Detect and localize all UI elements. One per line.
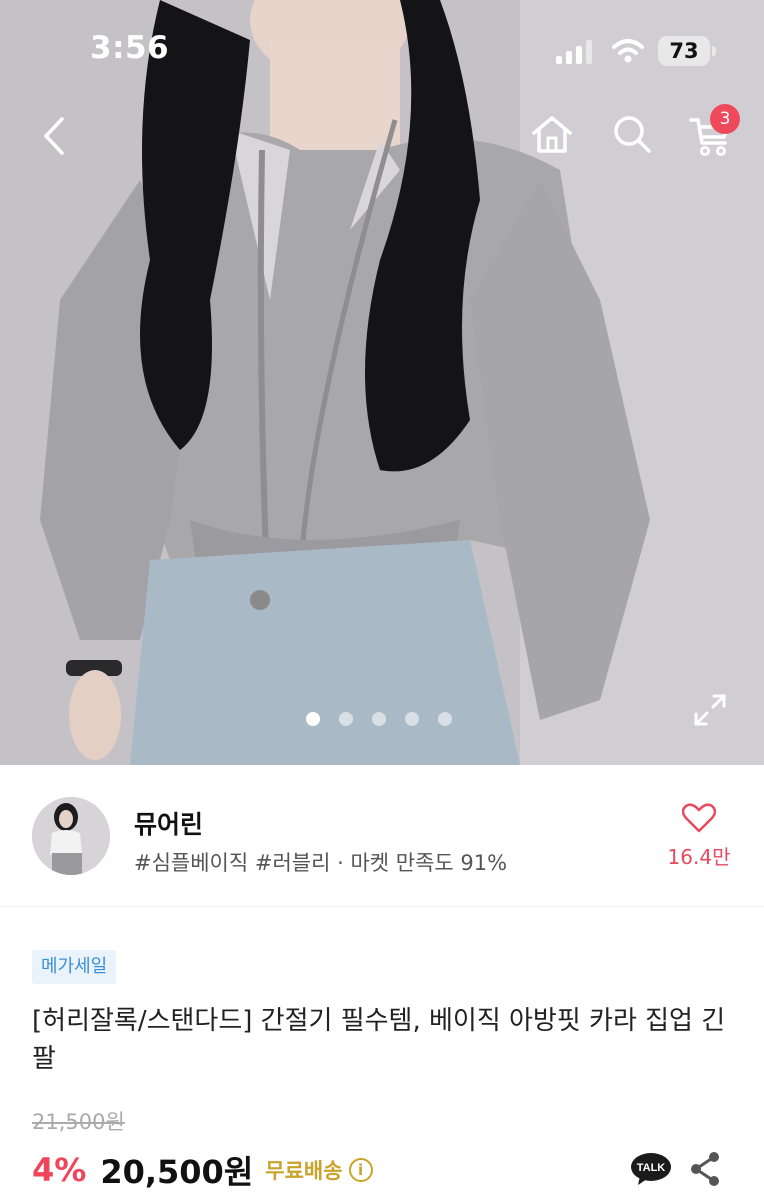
original-price: 21,500원	[32, 1110, 125, 1134]
sale-badge: 메가세일	[32, 950, 117, 984]
share-button[interactable]	[688, 1150, 722, 1188]
carousel-dot[interactable]	[306, 712, 320, 726]
chevron-left-icon	[44, 117, 64, 155]
seller-tags: #심플베이직 #러블리 · 마켓 만족도 91%	[134, 851, 508, 875]
product-title: [허리잘록/스탠다드] 간절기 필수템, 베이직 아방핏 카라 집업 긴팔	[32, 1006, 726, 1074]
info-icon[interactable]: i	[348, 1158, 373, 1182]
carousel-dot[interactable]	[339, 712, 353, 726]
battery-level: 73	[669, 39, 699, 63]
status-bar: 3:56 73	[0, 0, 764, 100]
like-count: 16.4만	[667, 845, 731, 869]
avatar-image	[32, 797, 110, 875]
product-photo-gallery[interactable]: 3:56 73 3	[0, 0, 764, 765]
seller-avatar[interactable]	[32, 797, 110, 875]
seller-name[interactable]: 뮤어린	[134, 805, 203, 841]
cellular-signal-icon	[556, 40, 592, 64]
kakao-talk-label: TALK	[637, 1162, 666, 1174]
heart-icon	[681, 803, 717, 833]
search-icon	[614, 116, 651, 153]
battery-indicator: 73	[658, 36, 716, 66]
home-button[interactable]	[528, 110, 576, 158]
carousel-pagination	[306, 712, 452, 726]
discount-rate: 4%	[32, 1151, 87, 1189]
seller-section[interactable]: 뮤어린 #심플베이직 #러블리 · 마켓 만족도 91% 16.4만	[0, 765, 764, 907]
search-button[interactable]	[608, 110, 656, 158]
fullscreen-button[interactable]	[690, 690, 730, 734]
carousel-dot[interactable]	[405, 712, 419, 726]
price-row: 4% 20,500원 무료배송 i	[32, 1146, 373, 1194]
home-icon	[532, 116, 572, 153]
kakao-talk-button[interactable]: TALK	[630, 1152, 672, 1186]
cart-count-badge: 3	[710, 104, 740, 134]
carousel-dot[interactable]	[372, 712, 386, 726]
back-button[interactable]	[30, 112, 78, 160]
free-shipping-label: 무료배송	[265, 1159, 343, 1183]
carousel-dot[interactable]	[438, 712, 452, 726]
sale-price: 20,500원	[100, 1153, 254, 1191]
like-button[interactable]: 16.4만	[664, 803, 734, 870]
status-time: 3:56	[90, 30, 170, 66]
expand-icon	[694, 694, 726, 726]
wifi-icon	[612, 39, 644, 63]
